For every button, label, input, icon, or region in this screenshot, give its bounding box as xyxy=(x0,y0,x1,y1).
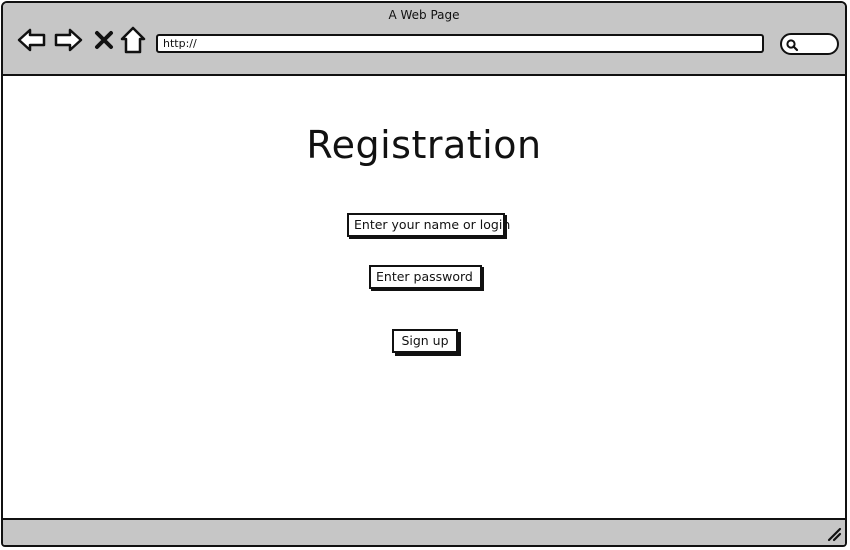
address-bar[interactable] xyxy=(156,34,764,53)
status-bar xyxy=(3,518,845,545)
name-login-input[interactable]: Enter your name or login xyxy=(347,213,510,237)
search-box[interactable] xyxy=(780,33,839,55)
close-x-icon[interactable] xyxy=(89,25,119,55)
resize-grip-icon[interactable] xyxy=(826,526,842,542)
page-content: Registration Enter your name or login En… xyxy=(3,76,845,519)
sign-up-button[interactable]: Sign up xyxy=(392,329,458,353)
forward-arrow-icon[interactable] xyxy=(53,25,83,55)
page-title: Registration xyxy=(306,123,542,167)
home-icon[interactable] xyxy=(118,25,148,55)
browser-window: A Web Page http:// Registration Enter yo… xyxy=(1,1,847,547)
password-input[interactable]: Enter password xyxy=(369,265,482,289)
browser-toolbar: A Web Page xyxy=(3,3,845,76)
back-arrow-icon[interactable] xyxy=(17,25,47,55)
window-title: A Web Page xyxy=(388,8,460,22)
search-icon xyxy=(786,39,799,52)
